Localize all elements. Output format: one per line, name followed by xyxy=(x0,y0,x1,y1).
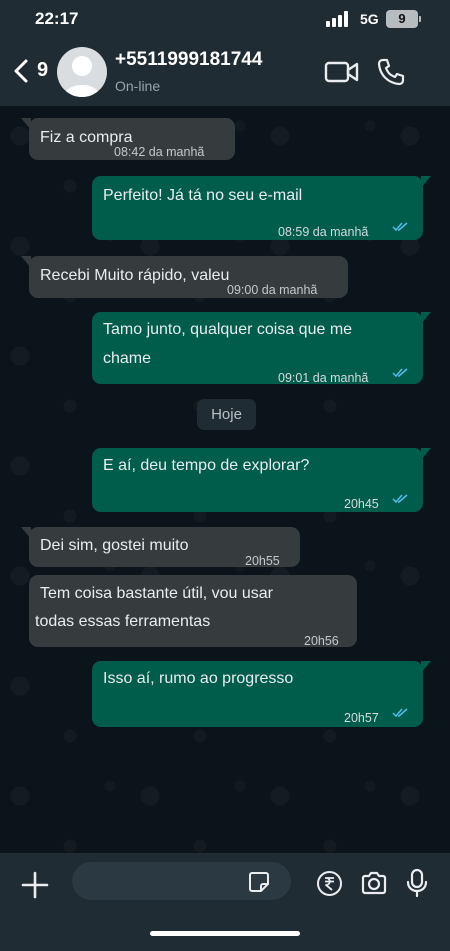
read-ticks-icon xyxy=(392,708,408,718)
message-incoming[interactable]: Dei sim, gostei muito 20h55 xyxy=(21,527,300,568)
unread-count[interactable]: 9 xyxy=(37,59,48,82)
message-text: Recebi Muito rápido, valeu xyxy=(40,267,230,284)
message-time: 08:59 da manhã xyxy=(278,225,369,239)
message-text-line2: chame xyxy=(103,350,152,367)
chat-area[interactable]: Fiz a compra 08:42 da manhã Perfeito! Já… xyxy=(0,106,450,853)
date-separator: Hoje xyxy=(197,399,256,430)
message-text: Perfeito! Já tá no seu e-mail xyxy=(103,187,303,204)
chevron-left-icon[interactable] xyxy=(10,58,34,84)
message-time: 20h45 xyxy=(344,497,379,511)
plus-icon[interactable] xyxy=(20,870,50,900)
contact-name[interactable]: +5511999181744 xyxy=(115,49,262,71)
chat-header: 9 +5511999181744 On-line xyxy=(0,38,450,106)
message-text: Dei sim, gostei muito xyxy=(40,537,189,554)
message-incoming[interactable]: Recebi Muito rápido, valeu 09:00 da manh… xyxy=(21,256,348,298)
message-outgoing[interactable]: Perfeito! Já tá no seu e-mail 08:59 da m… xyxy=(92,176,431,240)
read-ticks-icon xyxy=(392,494,408,504)
home-indicator xyxy=(150,931,300,936)
network-type: 5G xyxy=(360,11,379,27)
message-time: 08:42 da manhã xyxy=(114,145,205,159)
message-input[interactable] xyxy=(72,862,291,900)
message-text-line1: Tem coisa bastante útil, vou usar xyxy=(40,585,274,602)
message-outgoing[interactable]: E aí, deu tempo de explorar? 20h45 xyxy=(92,448,431,512)
video-camera-icon[interactable] xyxy=(324,59,360,85)
message-time: 20h55 xyxy=(245,554,280,568)
read-ticks-icon xyxy=(392,368,408,378)
camera-icon[interactable] xyxy=(360,869,388,897)
message-text-line1: Tamo junto, qualquer coisa que me xyxy=(103,321,353,338)
battery-icon: 9 xyxy=(386,10,421,28)
message-text: E aí, deu tempo de explorar? xyxy=(103,457,310,474)
input-bar xyxy=(0,853,450,951)
microphone-icon[interactable] xyxy=(406,868,428,898)
read-ticks-icon xyxy=(392,222,408,232)
message-text: Isso aí, rumo ao progresso xyxy=(103,670,294,687)
message-outgoing[interactable]: Isso aí, rumo ao progresso 20h57 xyxy=(92,661,431,727)
message-outgoing[interactable]: Tamo junto, qualquer coisa que me chame … xyxy=(92,312,431,385)
signal-icon xyxy=(326,11,352,27)
message-time: 20h56 xyxy=(304,634,339,648)
contact-status: On-line xyxy=(115,78,161,94)
rupee-payment-icon[interactable] xyxy=(316,870,343,897)
message-incoming[interactable]: Tem coisa bastante útil, vou usar todas … xyxy=(29,575,357,648)
avatar[interactable] xyxy=(57,47,107,97)
status-bar: 22:17 5G 9 xyxy=(0,0,450,38)
sticker-icon[interactable] xyxy=(247,870,271,894)
message-time: 09:00 da manhã xyxy=(227,283,318,297)
message-incoming[interactable]: Fiz a compra 08:42 da manhã xyxy=(21,118,235,160)
message-time: 20h57 xyxy=(344,711,379,725)
message-time: 09:01 da manhã xyxy=(278,371,369,385)
phone-icon[interactable] xyxy=(375,56,407,88)
message-text-line2: todas essas ferramentas xyxy=(35,613,211,630)
status-time: 22:17 xyxy=(35,9,79,28)
